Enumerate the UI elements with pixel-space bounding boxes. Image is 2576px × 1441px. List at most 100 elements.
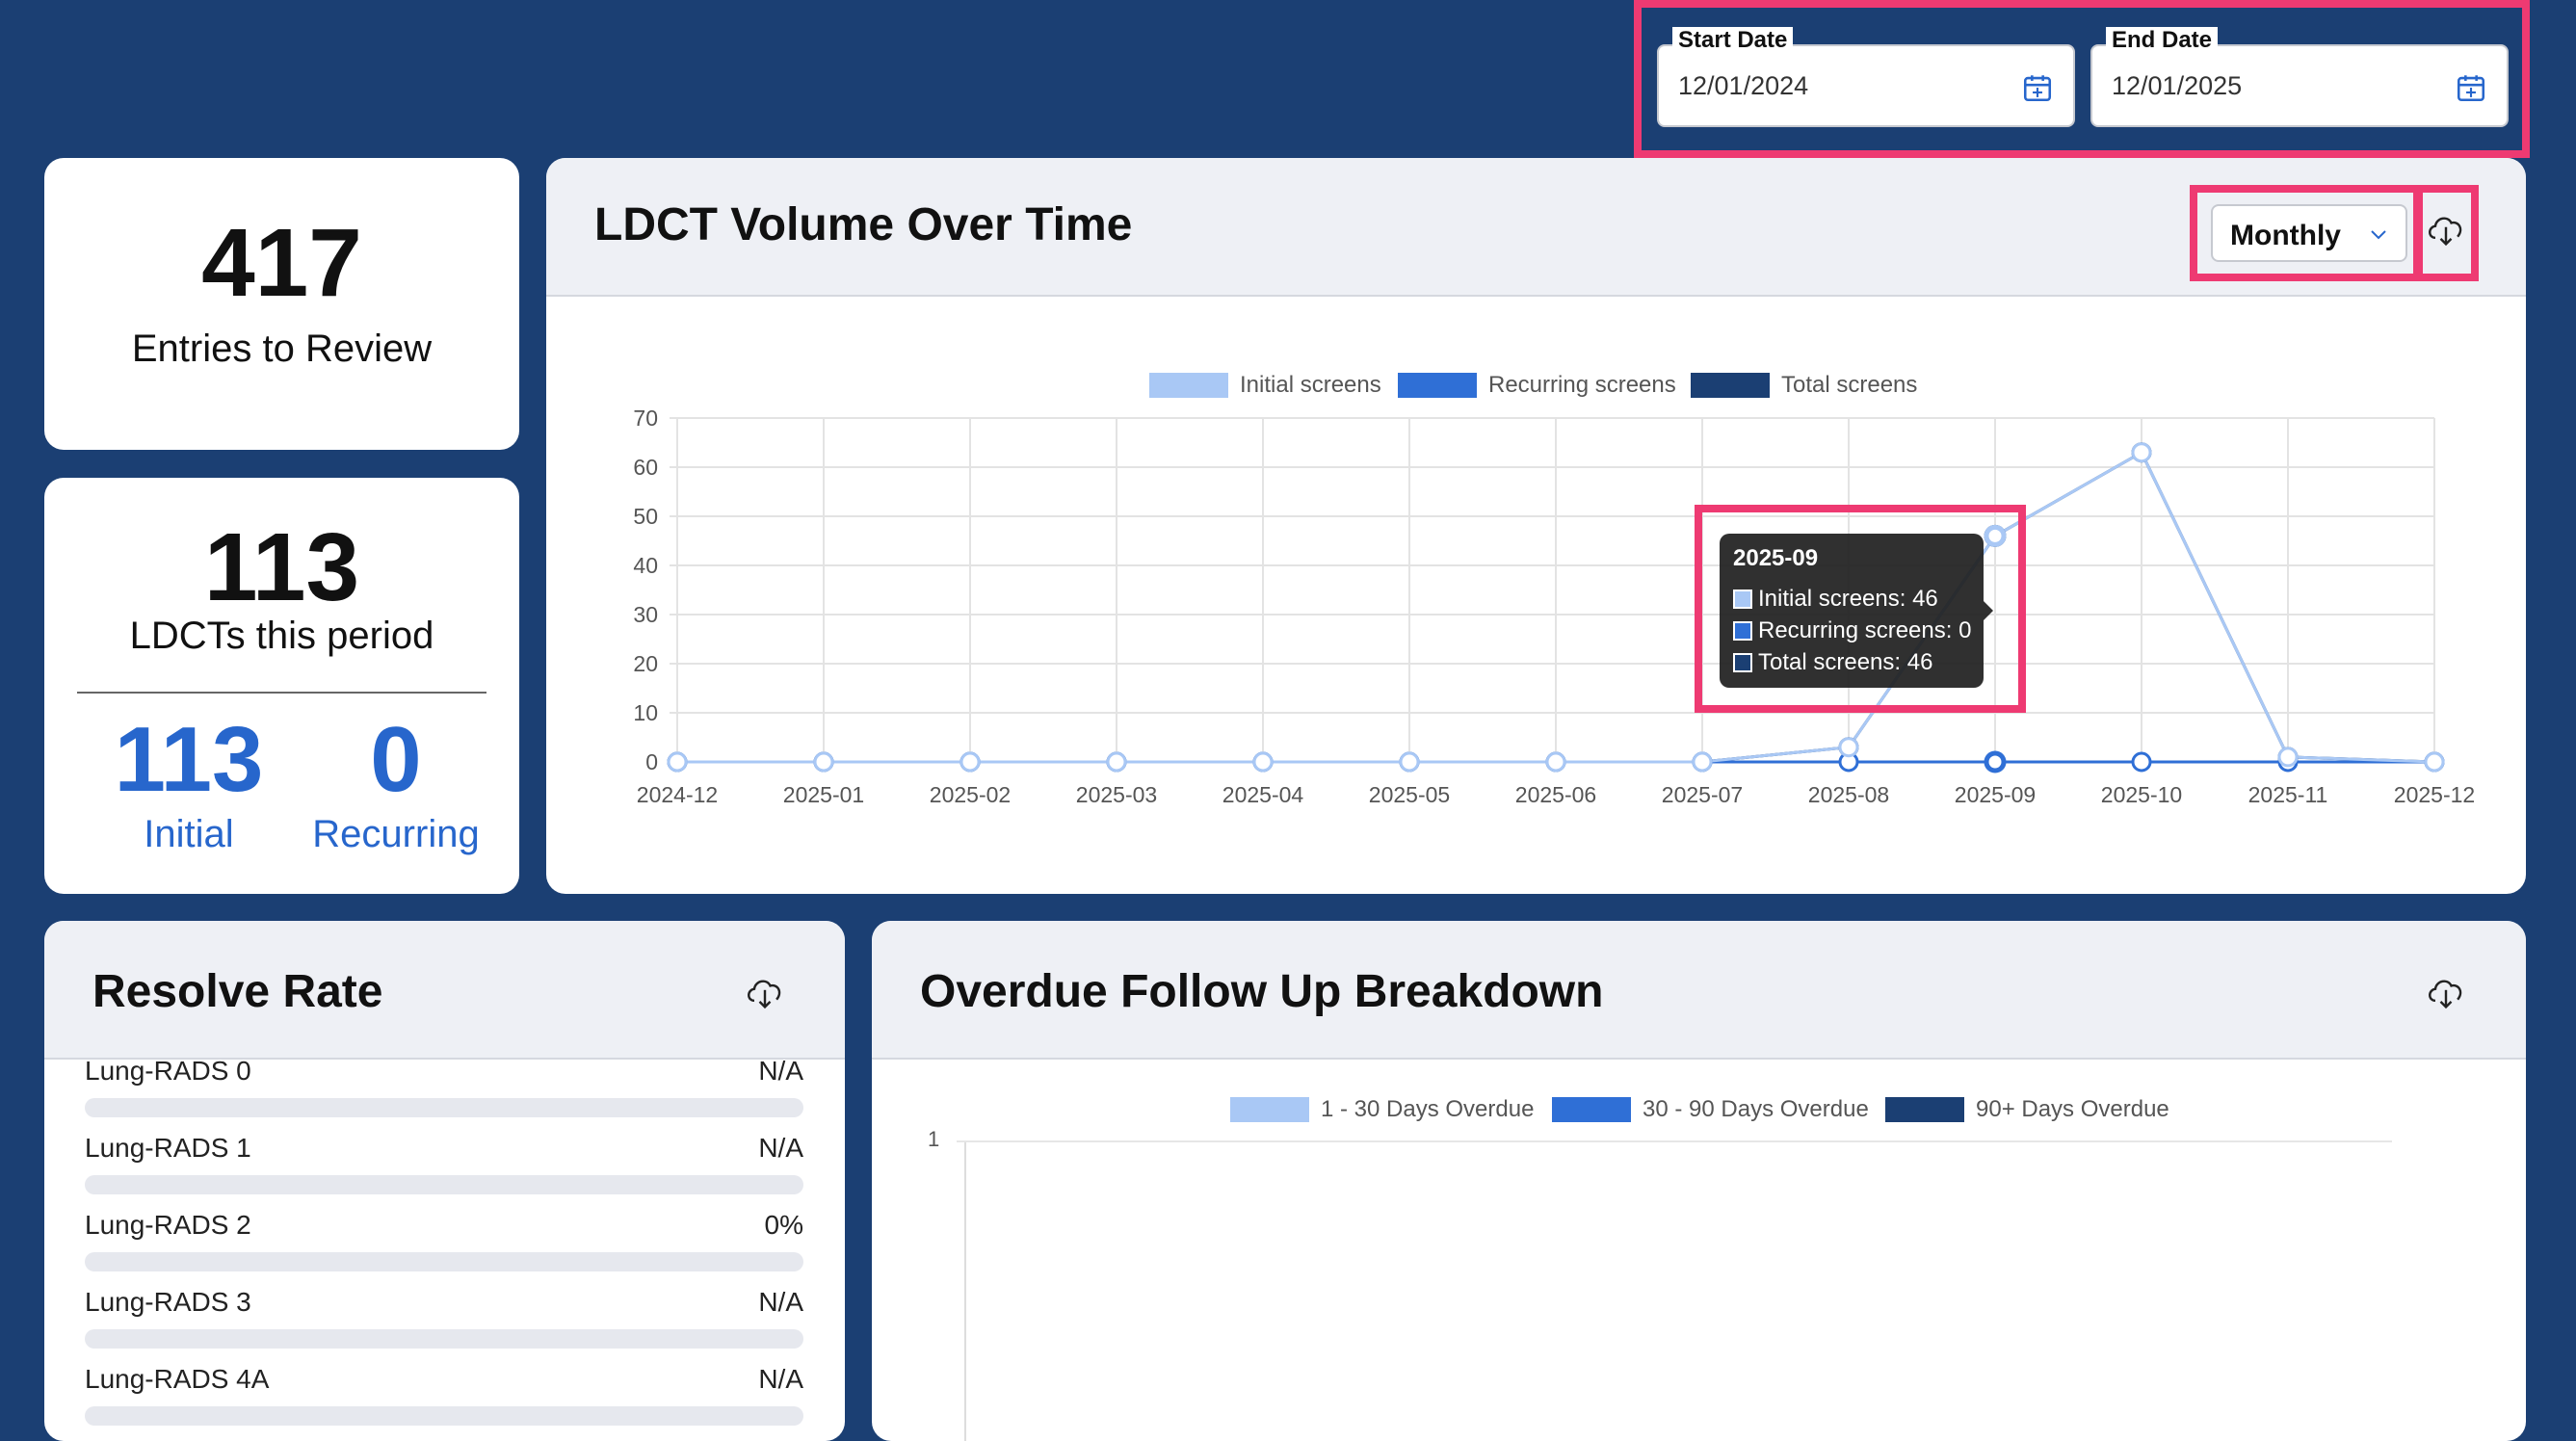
overdue-card: Overdue Follow Up Breakdown 1 - 30 Days … <box>872 921 2526 1441</box>
y-tick-label: 20 <box>633 651 658 676</box>
x-tick-label: 2025-07 <box>1662 782 1743 807</box>
entries-count: 417 <box>201 209 362 317</box>
x-tick-label: 2025-12 <box>2394 782 2475 807</box>
data-point <box>1106 751 1127 773</box>
start-date-field[interactable]: 12/01/2024 <box>1657 44 2075 127</box>
resolve-rate-bar <box>85 1098 803 1117</box>
start-date-value[interactable]: 12/01/2024 <box>1678 71 1808 101</box>
start-date-label: Start Date <box>1672 27 1794 54</box>
legend-label: 90+ Days Overdue <box>1976 1096 2169 1122</box>
x-tick-label: 2025-11 <box>2248 782 2328 807</box>
tooltip-row-text: Initial screens: 46 <box>1758 586 1938 612</box>
resolve-rate-title: Resolve Rate <box>92 966 383 1017</box>
tooltip-row-recurring: Recurring screens: 0 <box>1733 617 1971 644</box>
resolve-rate-value: N/A <box>758 1287 803 1317</box>
calendar-icon[interactable] <box>2021 71 2054 104</box>
y-tick-label: 0 <box>645 749 658 774</box>
overdue-y-axis <box>964 1140 966 1441</box>
x-tick-label: 2025-04 <box>1222 782 1304 807</box>
resolve-rate-value: N/A <box>758 1364 803 1394</box>
end-date-field[interactable]: 12/01/2025 <box>2090 44 2509 127</box>
x-tick-label: 2025-10 <box>2101 782 2182 807</box>
ldct-count: 113 <box>203 513 360 621</box>
legend-swatch <box>1885 1097 1964 1122</box>
initial-count: 113 <box>114 708 264 811</box>
resolve-rate-value: 0% <box>764 1210 803 1240</box>
data-point <box>2424 751 2445 773</box>
entries-to-review-card[interactable]: 417 Entries to Review <box>44 158 519 450</box>
cloud-download-icon[interactable] <box>2425 971 2467 1013</box>
legend-label: 30 - 90 Days Overdue <box>1643 1096 1869 1122</box>
cloud-download-icon[interactable] <box>744 971 786 1013</box>
tooltip-title: 2025-09 <box>1733 545 1819 571</box>
legend-1-30[interactable]: 1 - 30 Days Overdue <box>1230 1096 1534 1123</box>
resolve-rate-label: Lung-RADS 0 <box>85 1060 251 1086</box>
data-point <box>1984 750 2007 773</box>
data-point <box>1692 751 1713 773</box>
resolve-rate-value: N/A <box>758 1133 803 1163</box>
x-tick-label: 2025-09 <box>1955 782 2036 807</box>
overdue-gridline <box>957 1140 2392 1142</box>
resolve-rate-value: N/A <box>758 1060 803 1086</box>
y-tick-label: 10 <box>633 700 658 725</box>
resolve-rate-row: Lung-RADS 1 N/A <box>85 1133 803 1200</box>
x-tick-label: 2024-12 <box>637 782 718 807</box>
chart-tooltip: 2025-09 Initial screens: 46 Recurring sc… <box>1720 534 1993 688</box>
x-tick-label: 2025-05 <box>1369 782 1450 807</box>
tooltip-row-initial: Initial screens: 46 <box>1733 586 1938 613</box>
tooltip-row-text: Total screens: 46 <box>1758 649 1933 675</box>
resolve-rate-label: Lung-RADS 3 <box>85 1287 251 1317</box>
data-point <box>1252 751 1274 773</box>
resolve-rate-header: Resolve Rate <box>44 921 845 1060</box>
tooltip-swatch <box>1733 653 1752 672</box>
legend-label: 1 - 30 Days Overdue <box>1321 1096 1535 1122</box>
data-point <box>2277 747 2299 768</box>
y-tick-label: 60 <box>633 455 658 480</box>
data-point <box>667 751 688 773</box>
x-tick-label: 2025-08 <box>1808 782 1889 807</box>
ldct-volume-chart: 0 10 20 30 40 50 60 70 2024-12 2025-01 2025-02 2025… <box>633 406 2475 807</box>
x-tick-label: 2025-01 <box>783 782 864 807</box>
y-tick-label: 50 <box>633 504 658 529</box>
resolve-rate-label: Lung-RADS 1 <box>85 1133 251 1163</box>
recurring-count: 0 <box>370 708 422 811</box>
recurring-label: Recurring <box>312 813 480 855</box>
overdue-title: Overdue Follow Up Breakdown <box>920 966 1604 1017</box>
resolve-rate-bar <box>85 1252 803 1271</box>
entries-label: Entries to Review <box>131 328 433 370</box>
y-tick-label: 40 <box>633 553 658 578</box>
resolve-rate-card: Resolve Rate Lung-RADS 0 N/A Lung-RADS 1 N/… <box>44 921 845 1441</box>
legend-swatch <box>1230 1097 1309 1122</box>
x-tick-label: 2025-06 <box>1515 782 1596 807</box>
data-point <box>1545 751 1566 773</box>
tooltip-row-total: Total screens: 46 <box>1733 649 1932 676</box>
legend-30-90[interactable]: 30 - 90 Days Overdue <box>1552 1096 1869 1123</box>
data-point <box>1838 737 1859 758</box>
end-date-label: End Date <box>2106 27 2219 54</box>
end-date-value[interactable]: 12/01/2025 <box>2112 71 2242 101</box>
resolve-rate-row: Lung-RADS 2 0% <box>85 1210 803 1277</box>
y-tick-label: 30 <box>633 602 658 627</box>
data-point <box>1399 751 1420 773</box>
resolve-rate-list: Lung-RADS 0 N/A Lung-RADS 1 N/A Lung-RADS 2 0… <box>44 1060 845 1441</box>
data-point <box>2131 751 2152 773</box>
tooltip-row-text: Recurring screens: 0 <box>1758 617 1972 643</box>
initial-label: Initial <box>144 813 234 855</box>
data-point <box>2131 442 2152 463</box>
tooltip-caret <box>1984 601 1993 620</box>
resolve-rate-label: Lung-RADS 2 <box>85 1210 251 1240</box>
resolve-rate-bar <box>85 1406 803 1426</box>
legend-90-plus[interactable]: 90+ Days Overdue <box>1885 1096 2169 1123</box>
resolve-rate-row: Lung-RADS 0 N/A <box>85 1060 803 1123</box>
ldct-volume-card: LDCT Volume Over Time Monthly Initial sc… <box>546 158 2526 894</box>
y-tick-label: 70 <box>633 406 658 431</box>
data-point <box>813 751 834 773</box>
x-tick-label: 2025-02 <box>930 782 1011 807</box>
data-point <box>959 751 981 773</box>
resolve-rate-row: Lung-RADS 4A N/A <box>85 1364 803 1431</box>
resolve-rate-label: Lung-RADS 4A <box>85 1364 270 1394</box>
x-tick-label: 2025-03 <box>1076 782 1157 807</box>
overdue-y-tick: 1 <box>928 1127 940 1151</box>
calendar-icon[interactable] <box>2455 71 2487 104</box>
ldct-label: LDCTs this period <box>129 615 434 657</box>
